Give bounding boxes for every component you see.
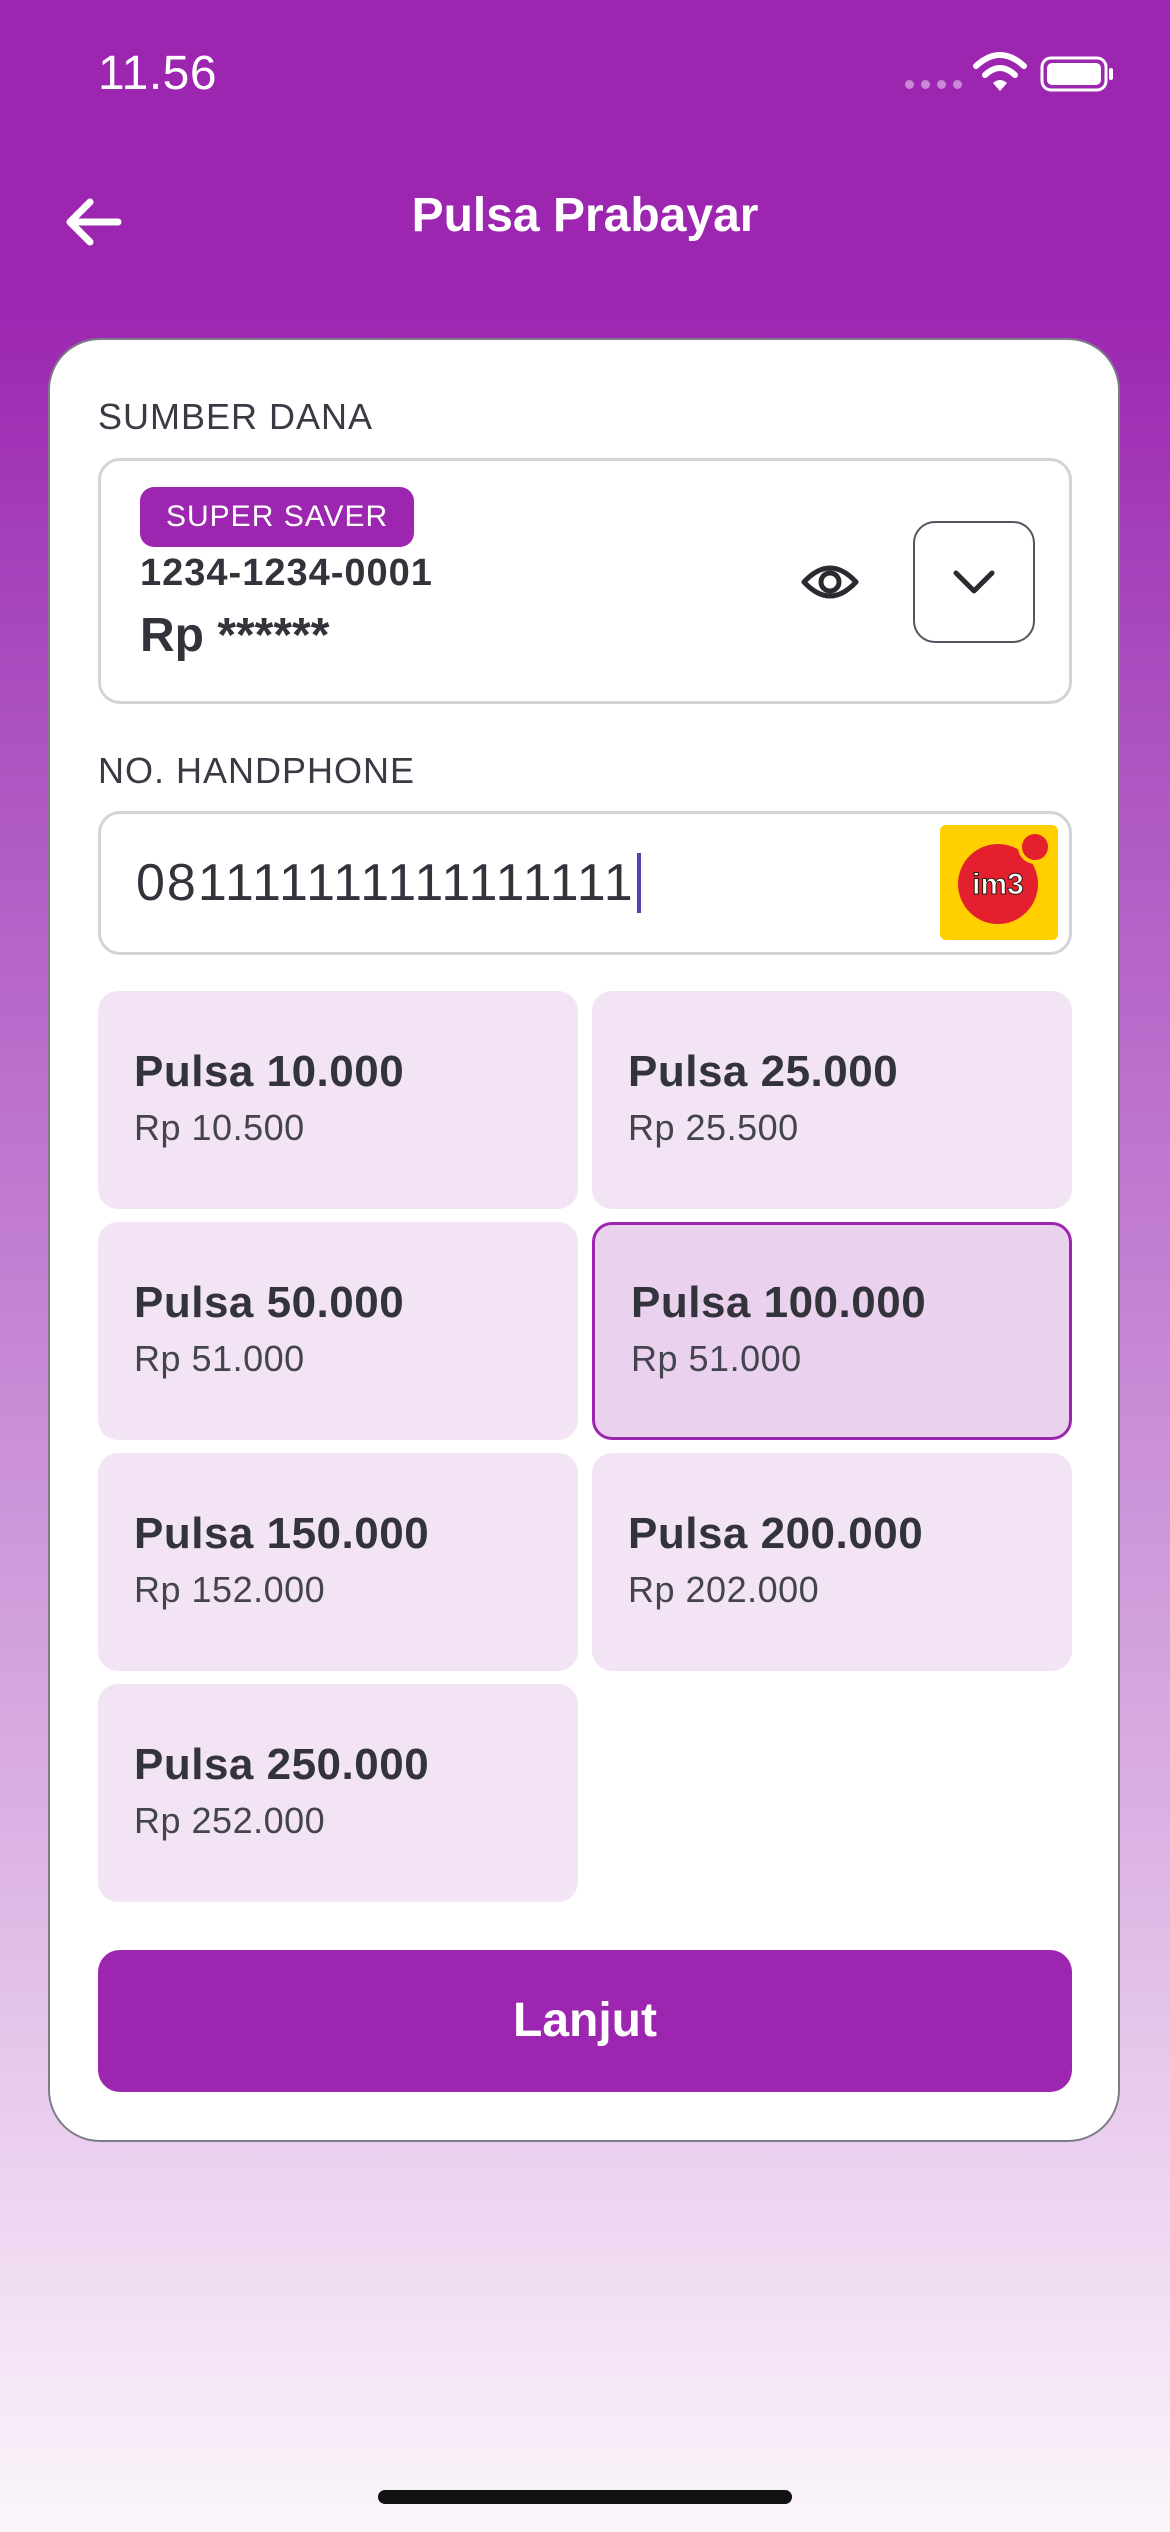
account-balance: Rp ****** (140, 609, 330, 662)
option-price: Rp 10.500 (134, 1107, 305, 1148)
funding-source-dropdown-button[interactable] (913, 521, 1035, 643)
option-price: Rp 51.000 (631, 1338, 802, 1379)
continue-button[interactable]: Lanjut (98, 1950, 1072, 2092)
option-price: Rp 252.000 (134, 1800, 326, 1841)
phone-number-label: NO. HANDPHONE (98, 750, 416, 791)
option-price: Rp 152.000 (134, 1569, 326, 1610)
operator-logo: im3 (940, 825, 1058, 940)
phone-number-value[interactable]: 081111111111111111 (136, 850, 641, 916)
option-price: Rp 25.500 (628, 1107, 799, 1148)
account-type-badge: SUPER SAVER (140, 487, 415, 547)
wifi-icon (973, 52, 1027, 91)
svg-text:im3: im3 (972, 868, 1024, 901)
funding-source-label: SUMBER DANA (98, 396, 374, 437)
page-title: Pulsa Prabayar (411, 189, 759, 242)
pulsa-option-50000[interactable]: Pulsa 50.000 Rp 51.000 (98, 1222, 578, 1440)
status-time: 11.56 (98, 47, 218, 100)
pulsa-option-250000[interactable]: Pulsa 250.000 Rp 252.000 (98, 1684, 578, 1902)
chevron-down-icon (953, 570, 995, 594)
account-number: 1234-1234-0001 (140, 552, 433, 594)
text-cursor (636, 853, 641, 913)
toggle-balance-visibility-button[interactable] (796, 548, 864, 616)
option-title: Pulsa 25.000 (628, 1047, 899, 1096)
option-title: Pulsa 250.000 (134, 1740, 430, 1789)
pulsa-option-10000[interactable]: Pulsa 10.000 Rp 10.500 (98, 991, 578, 1209)
pulsa-option-25000[interactable]: Pulsa 25.000 Rp 25.500 (592, 991, 1072, 1209)
option-title: Pulsa 150.000 (134, 1509, 430, 1558)
option-title: Pulsa 200.000 (628, 1509, 924, 1558)
home-indicator[interactable] (378, 2490, 792, 2504)
option-title: Pulsa 10.000 (134, 1047, 405, 1096)
pulsa-option-200000[interactable]: Pulsa 200.000 Rp 202.000 (592, 1453, 1072, 1671)
eye-icon (801, 565, 859, 599)
cellular-signal-icon (905, 80, 962, 89)
option-price: Rp 202.000 (628, 1569, 820, 1610)
im3-logo-icon: im3 (958, 830, 1052, 924)
option-price: Rp 51.000 (134, 1338, 305, 1379)
option-title: Pulsa 100.000 (631, 1278, 927, 1327)
battery-icon (1040, 56, 1113, 92)
pulsa-option-100000-selected[interactable]: Pulsa 100.000 Rp 51.000 (592, 1222, 1072, 1440)
pulsa-option-150000[interactable]: Pulsa 150.000 Rp 152.000 (98, 1453, 578, 1671)
phone-number-text: 081111111111111111 (136, 854, 635, 912)
option-title: Pulsa 50.000 (134, 1278, 405, 1327)
